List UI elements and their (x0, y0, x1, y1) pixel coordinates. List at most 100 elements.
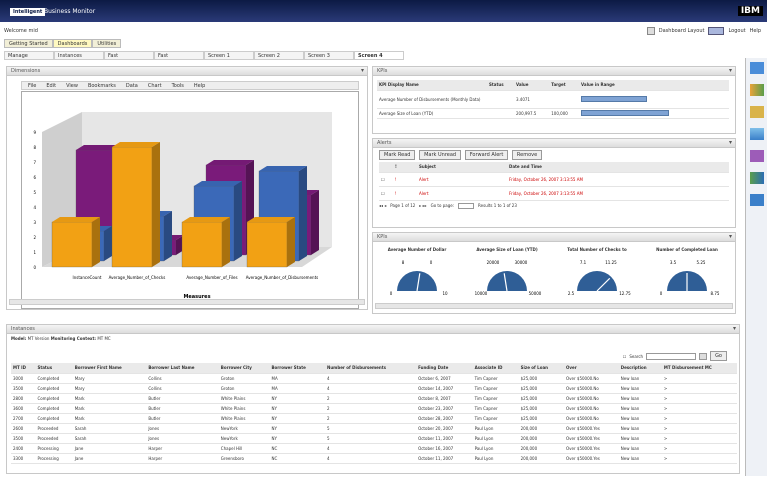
bar-side (299, 166, 307, 261)
table-cell: Over $50000.No (564, 383, 619, 394)
table-row[interactable]: 3500 Completed Mary Collins Groton MA 4 October… (11, 383, 737, 394)
table-row[interactable]: 3000 Completed Mary Collins Groton MA 4 October… (11, 373, 737, 384)
col-header[interactable]: MT Disbursement MC (661, 363, 737, 374)
col-header[interactable]: Number of Disbursements (324, 363, 417, 374)
alert-subject[interactable]: Alert (417, 172, 507, 187)
bar-3-0[interactable] (246, 217, 295, 268)
search-checkbox[interactable]: ☐ (623, 354, 627, 359)
chart-icon[interactable] (750, 84, 764, 96)
panel-menu-icon[interactable]: ▾ (729, 233, 732, 240)
row-checkbox[interactable]: ☐ (379, 186, 393, 201)
col-header[interactable]: Over (564, 363, 619, 374)
bar-2-0[interactable] (181, 217, 230, 268)
col-header[interactable]: Size of Loan (518, 363, 564, 374)
mark-read-button[interactable]: Mark Read (379, 150, 416, 160)
search-options-icon[interactable] (699, 352, 708, 360)
pager-arrows-icon[interactable]: ◂◂ ◂ (379, 203, 386, 208)
tab-fast-2[interactable]: Fast (154, 51, 204, 60)
menu-tools[interactable]: Tools (172, 83, 184, 89)
search-label: Search (629, 353, 644, 359)
col-header[interactable]: Borrower Last Name (146, 363, 219, 374)
table-row[interactable]: 3600 Completed Mark Butler White Plains NY 2 Oc… (11, 403, 737, 414)
table-cell: NC (269, 453, 325, 464)
table-cell: New loan (618, 393, 662, 404)
menu-data[interactable]: Data (126, 83, 138, 89)
table-row[interactable]: 2600 Proceeded Sarah Jones NewYork NY 5 October… (11, 423, 737, 434)
bar-top (259, 166, 307, 171)
menu-chart[interactable]: Chart (148, 83, 162, 89)
panel-menu-icon[interactable]: ▾ (361, 67, 364, 74)
logout-link[interactable]: Logout (728, 28, 745, 34)
menu-file[interactable]: File (28, 83, 36, 89)
table-row[interactable]: 3300 Processing Jane Harper Greensboro NC 4 Oct… (11, 453, 737, 464)
gauge-tick: 30000 (515, 260, 528, 265)
col-header[interactable]: MT ID (11, 363, 36, 374)
col-header: Target (549, 80, 579, 91)
dashboard-layout-link[interactable]: Dashboard Layout (659, 28, 705, 34)
gauge-min: 0 (390, 291, 393, 296)
col-header[interactable]: Funding Date (416, 363, 473, 374)
horizontal-scrollbar[interactable] (9, 299, 365, 305)
table-cell: 2 (324, 403, 417, 414)
table-row[interactable]: 3500 Proceeded Sarah Jones NewYork NY 5 October… (11, 433, 737, 444)
goto-page-input[interactable] (458, 202, 475, 209)
row-checkbox[interactable]: ☐ (379, 172, 393, 187)
remove-button[interactable]: Remove (511, 150, 543, 160)
graph-icon[interactable] (750, 172, 764, 184)
pager-text: Page 1 of 12 (390, 203, 416, 208)
tab-manage[interactable]: Manage (4, 51, 54, 60)
col-header[interactable]: Associate ID (472, 363, 519, 374)
tab-instances[interactable]: Instances (54, 51, 104, 60)
search-input[interactable] (646, 352, 697, 360)
pie-icon[interactable] (750, 150, 764, 162)
menu-help[interactable]: Help (194, 83, 205, 89)
palette-icon[interactable] (750, 62, 764, 74)
help-link[interactable]: Help (750, 28, 761, 34)
table-row[interactable]: 2800 Completed Mark Butler White Plains NY 2 Oc… (11, 393, 737, 404)
gauge: 3.5 5.25 0 8.75 (660, 260, 720, 296)
panel-menu-icon[interactable]: ▾ (729, 139, 732, 146)
y-tick-label: 7 (33, 160, 36, 165)
alert-subject[interactable]: Alert (417, 186, 507, 201)
nav-getting-started[interactable]: Getting Started (4, 39, 53, 48)
table-row[interactable]: 2400 Processing Jane Harper Chapel Hill NC 4 Oc… (11, 443, 737, 454)
layout-toggle[interactable] (708, 27, 725, 35)
table-row[interactable]: ☐ ! Alert Friday, October 26, 2007 3:13:… (379, 186, 729, 201)
col-header[interactable]: Description (618, 363, 662, 374)
mark-unread-button[interactable]: Mark Unread (419, 150, 462, 160)
forward-alert-button[interactable]: Forward Alert (464, 150, 509, 160)
tab-screen-2[interactable]: Screen 2 (254, 51, 304, 60)
folder-icon[interactable] (750, 106, 764, 118)
col-header[interactable]: Status (35, 363, 73, 374)
tab-screen-1[interactable]: Screen 1 (204, 51, 254, 60)
bar-side (152, 142, 160, 267)
col-header[interactable]: Borrower First Name (72, 363, 147, 374)
pager-next-icon[interactable]: ▸ ▸▸ (419, 203, 426, 208)
report-icon[interactable] (750, 128, 764, 140)
menu-view[interactable]: View (66, 83, 78, 89)
tab-screen-3[interactable]: Screen 3 (304, 51, 354, 60)
panel-menu-icon[interactable]: ▾ (733, 325, 736, 332)
table-cell: > (661, 413, 737, 424)
table-cell: Jane (72, 443, 147, 454)
panel-menu-icon[interactable]: ▾ (729, 67, 732, 74)
table-icon[interactable] (750, 194, 764, 206)
menu-edit[interactable]: Edit (46, 83, 56, 89)
tab-fast[interactable]: Fast (104, 51, 154, 60)
nav-dashboards[interactable]: Dashboards (52, 39, 93, 48)
bar-0-0[interactable] (51, 217, 100, 268)
menu-bookmarks[interactable]: Bookmarks (88, 83, 116, 89)
table-row[interactable]: ☐ ! Alert Friday, October 26, 2007 3:13:… (379, 172, 729, 187)
tab-screen-4[interactable]: Screen 4 (354, 51, 404, 60)
bar-1-0[interactable] (111, 142, 160, 268)
table-row[interactable]: 2700 Completed Mark Butler White Plains NY 2 Oc… (11, 413, 737, 424)
horizontal-scrollbar[interactable] (375, 303, 733, 309)
nav-utilities[interactable]: Utilities (92, 39, 122, 48)
go-button[interactable]: Go (710, 351, 727, 361)
table-cell: 4 (324, 443, 417, 454)
range-bar (581, 96, 647, 102)
table-cell: New loan (618, 443, 662, 454)
table-cell: > (661, 373, 737, 384)
col-header[interactable]: Borrower City (218, 363, 270, 374)
col-header[interactable]: Borrower State (269, 363, 325, 374)
